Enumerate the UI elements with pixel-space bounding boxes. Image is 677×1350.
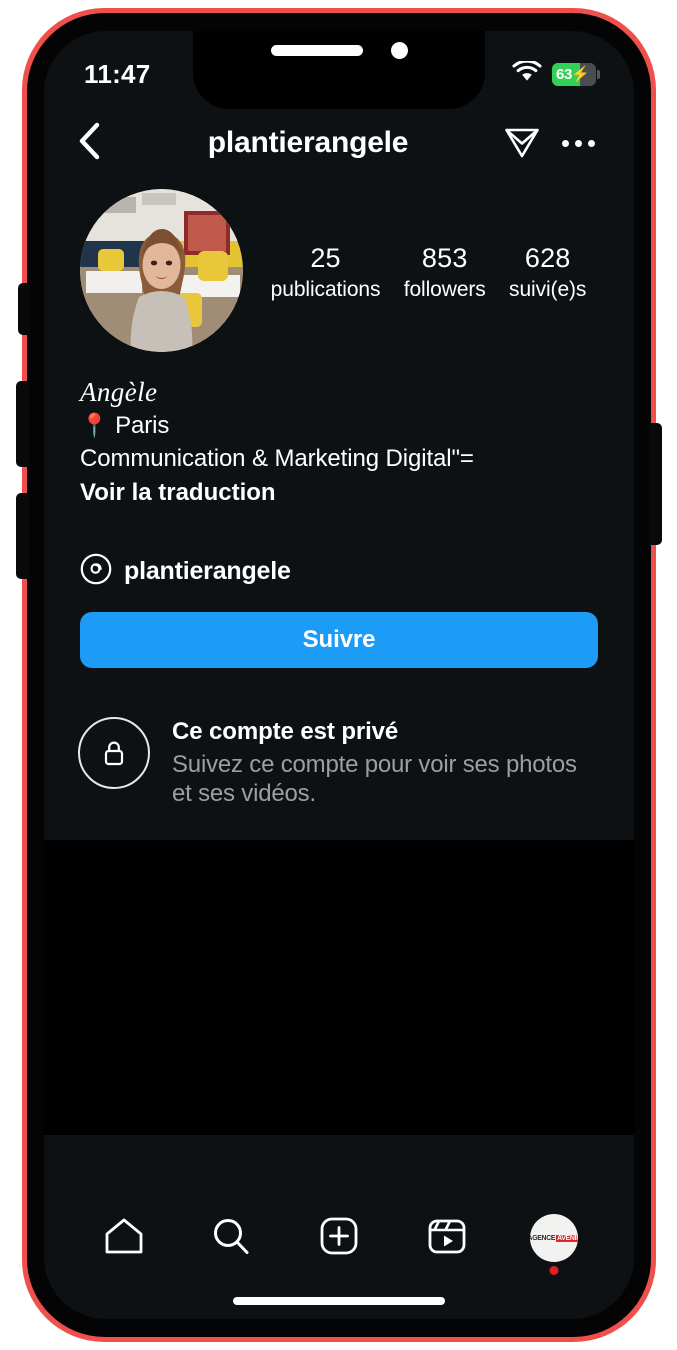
threads-icon <box>80 553 112 590</box>
home-icon <box>102 1214 146 1263</box>
more-options-icon <box>561 139 599 147</box>
chevron-left-icon <box>76 121 102 166</box>
stat-followers[interactable]: 853 followers <box>404 242 486 303</box>
profile-bio: Angèle 📍 Paris Communication & Marketing… <box>44 352 634 509</box>
follow-button[interactable]: Suivre <box>80 612 598 669</box>
back-button[interactable] <box>66 120 112 166</box>
status-indicators: 63 ⚡ <box>512 59 600 88</box>
stat-label: publications <box>270 277 381 301</box>
more-options-button[interactable] <box>556 119 604 167</box>
see-translation-link[interactable]: Voir la traduction <box>80 477 598 510</box>
phone-body: 11:47 63 ⚡ plantierangele 25 publication… <box>16 13 662 1337</box>
profile-summary: 25 publications 853 followers 628 suivi(… <box>44 181 634 352</box>
bio-location: 📍 Paris <box>80 410 598 443</box>
nav-create[interactable] <box>303 1207 375 1269</box>
nav-profile[interactable]: AGENCE AVENIR <box>518 1207 590 1275</box>
stat-value: 853 <box>421 242 468 273</box>
paper-plane-icon <box>501 120 543 167</box>
plus-square-icon <box>317 1214 361 1263</box>
lock-icon <box>78 717 150 790</box>
battery-percent-label: 63 <box>556 65 573 83</box>
share-button[interactable] <box>498 119 546 167</box>
volume-up-button[interactable] <box>16 381 29 467</box>
nav-search[interactable] <box>195 1207 267 1269</box>
private-account-notice: Ce compte est privé Suivez ce compte pou… <box>44 668 634 808</box>
stat-label: suivi(e)s <box>509 277 587 301</box>
threads-username: plantierangele <box>124 557 291 586</box>
reels-icon <box>425 1214 469 1263</box>
threads-link[interactable]: plantierangele <box>44 509 634 590</box>
phone-screen: 11:47 63 ⚡ plantierangele 25 publication… <box>44 31 634 1319</box>
posts-grid-placeholder <box>44 840 634 1136</box>
logo-text-red: AVENIR <box>555 1234 579 1242</box>
private-notice-title: Ce compte est privé <box>172 718 399 746</box>
stat-label: followers <box>403 277 486 301</box>
profile-avatar: AGENCE AVENIR <box>530 1214 579 1262</box>
battery-shell: 63 ⚡ <box>552 62 596 86</box>
app-header: plantierangele <box>44 109 634 181</box>
search-icon <box>209 1214 253 1263</box>
stat-value: 25 <box>310 242 341 273</box>
stat-publications[interactable]: 25 publications <box>271 242 381 303</box>
private-notice-subtitle: Suivez ce compte pour voir ses photos et… <box>172 750 577 807</box>
power-button[interactable] <box>649 423 662 545</box>
earpiece-speaker <box>270 45 363 56</box>
front-camera-icon <box>390 42 408 59</box>
stat-following[interactable]: 628 suivi(e)s <box>509 242 586 303</box>
phone-frame: 11:47 63 ⚡ plantierangele 25 publication… <box>16 8 662 1342</box>
status-time: 11:47 <box>84 58 151 89</box>
page-title: plantierangele <box>207 126 409 159</box>
charging-bolt-icon: ⚡ <box>571 66 590 83</box>
private-notice-text: Ce compte est privé Suivez ce compte pou… <box>172 714 594 808</box>
follow-button-wrapper: Suivre <box>44 590 634 669</box>
battery-indicator: 63 ⚡ <box>552 62 600 86</box>
notification-dot <box>549 1266 559 1275</box>
bio-description: Communication & Marketing Digital"= <box>80 445 474 473</box>
location-pin-icon: 📍 <box>80 412 109 439</box>
bio-display-name: Angèle <box>80 377 158 407</box>
wifi-icon <box>512 59 542 88</box>
home-indicator[interactable] <box>233 1297 445 1305</box>
profile-stats: 25 publications 853 followers 628 suivi(… <box>243 242 598 303</box>
bio-location-label: Paris <box>115 412 170 440</box>
agency-logo: AGENCE AVENIR <box>530 1234 579 1242</box>
battery-tip <box>597 69 600 79</box>
stat-value: 628 <box>524 242 571 273</box>
mute-switch-button[interactable] <box>18 283 30 335</box>
avatar[interactable] <box>80 189 243 352</box>
nav-home[interactable] <box>88 1207 160 1269</box>
volume-down-button[interactable] <box>16 493 29 579</box>
nav-reels[interactable] <box>411 1207 483 1269</box>
notch <box>193 31 485 109</box>
logo-text-dark: AGENCE <box>530 1234 555 1242</box>
